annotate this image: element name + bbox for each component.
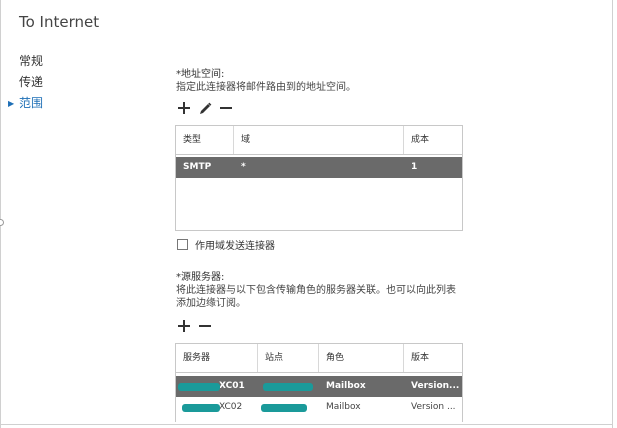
cell-site [258,397,319,418]
source-servers-description-1: 将此连接器与以下包含传输角色的服务器关联。也可以向此列表 [176,285,456,296]
redacted-mark [182,404,220,412]
side-nav: 常规 传递 ▶ 范围 [8,51,44,114]
source-servers-table: 服务器 站点 角色 版本 XC01 Mailbox Version... XC0… [175,343,463,422]
cell-version: Version ... [411,402,456,412]
source-servers-toolbar [177,319,212,333]
add-button[interactable] [177,101,191,115]
table-row[interactable]: XC02 Mailbox Version ... [176,397,462,418]
table-row[interactable]: SMTP * 1 [176,157,462,178]
remove-button[interactable] [219,101,233,115]
source-servers-label: *源服务器: [176,272,225,283]
cell-role: Mailbox [326,381,366,391]
cell-version: Version... [411,381,460,391]
cell-site [258,376,319,397]
nav-item-delivery[interactable]: 传递 [19,72,43,93]
cell-type: SMTP [183,162,212,172]
nav-item-scope[interactable]: ▶ 范围 [8,93,44,114]
column-header-role[interactable]: 角色 [319,344,404,372]
address-space-label: *地址空间: [176,69,225,80]
address-space-table: 类型 域 成本 SMTP * 1 [175,125,463,231]
column-header-server[interactable]: 服务器 [176,344,258,372]
redacted-mark [178,383,220,391]
add-button[interactable] [177,319,191,333]
remove-button[interactable] [198,319,212,333]
redacted-mark [261,404,307,412]
cell-server: XC01 [176,376,258,397]
scoped-send-label: 作用域发送连接器 [195,241,275,252]
cell-server: XC02 [176,397,258,418]
caret-right-icon: ▶ [8,99,15,108]
column-header-type[interactable]: 类型 [176,126,234,154]
window-title: To Internet [19,13,100,31]
cell-cost: 1 [411,162,418,172]
cell-role: Mailbox [326,402,361,412]
scoped-send-connector: 作用域发送连接器 [177,237,275,252]
column-header-domain[interactable]: 域 [234,126,404,154]
window-bottom-border [0,424,613,425]
scoped-send-checkbox[interactable] [177,239,188,250]
table-row[interactable]: XC01 Mailbox Version... [176,376,462,397]
window-left-border [0,0,1,428]
redacted-mark [263,383,313,391]
column-header-cost[interactable]: 成本 [404,126,462,154]
cell-domain: * [241,162,246,172]
column-header-site[interactable]: 站点 [258,344,319,372]
table-header: 服务器 站点 角色 版本 [176,344,462,373]
nav-item-label: 传递 [19,75,44,89]
table-header: 类型 域 成本 [176,126,462,155]
nav-item-label: 范围 [19,96,44,110]
window-right-border [612,0,613,428]
column-header-version[interactable]: 版本 [404,344,462,372]
address-space-description: 指定此连接器将邮件路由到的地址空间。 [176,82,356,93]
nav-item-label: 常规 [19,54,44,68]
address-space-toolbar [177,101,233,115]
nav-item-general[interactable]: 常规 [19,51,43,72]
add-icon [178,320,190,332]
add-icon [178,102,190,114]
edit-button[interactable] [198,101,212,115]
edit-icon [199,102,211,114]
resize-handle-icon[interactable] [0,219,4,226]
remove-icon [220,107,232,109]
source-servers-description-2: 添加边缘订阅。 [176,298,246,309]
remove-icon [199,325,211,327]
